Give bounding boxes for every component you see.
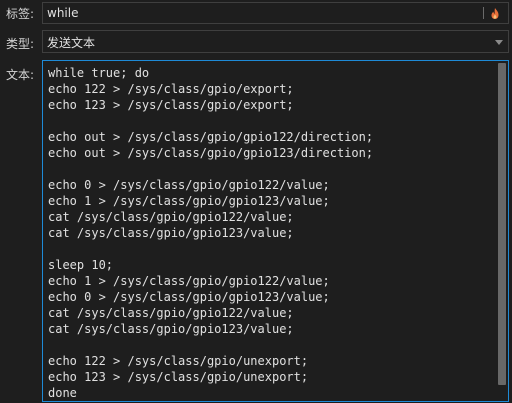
text-content[interactable]: while true; do echo 122 > /sys/class/gpi… bbox=[48, 65, 494, 401]
text-label: 文本: bbox=[6, 68, 35, 82]
type-selected-value: 发送文本 bbox=[47, 36, 96, 50]
tag-field[interactable] bbox=[42, 2, 509, 24]
type-label: 类型: bbox=[6, 37, 35, 51]
tag-label: 标签: bbox=[6, 7, 35, 21]
flame-icon[interactable] bbox=[489, 7, 501, 20]
tag-separator bbox=[483, 7, 484, 19]
scrollbar[interactable] bbox=[498, 63, 506, 385]
chevron-down-icon[interactable] bbox=[495, 40, 503, 45]
type-select[interactable]: 发送文本 bbox=[42, 30, 509, 53]
scrollbar-thumb[interactable] bbox=[498, 63, 506, 385]
text-editor[interactable]: while true; do echo 122 > /sys/class/gpi… bbox=[42, 60, 509, 402]
tag-input[interactable] bbox=[47, 5, 478, 21]
